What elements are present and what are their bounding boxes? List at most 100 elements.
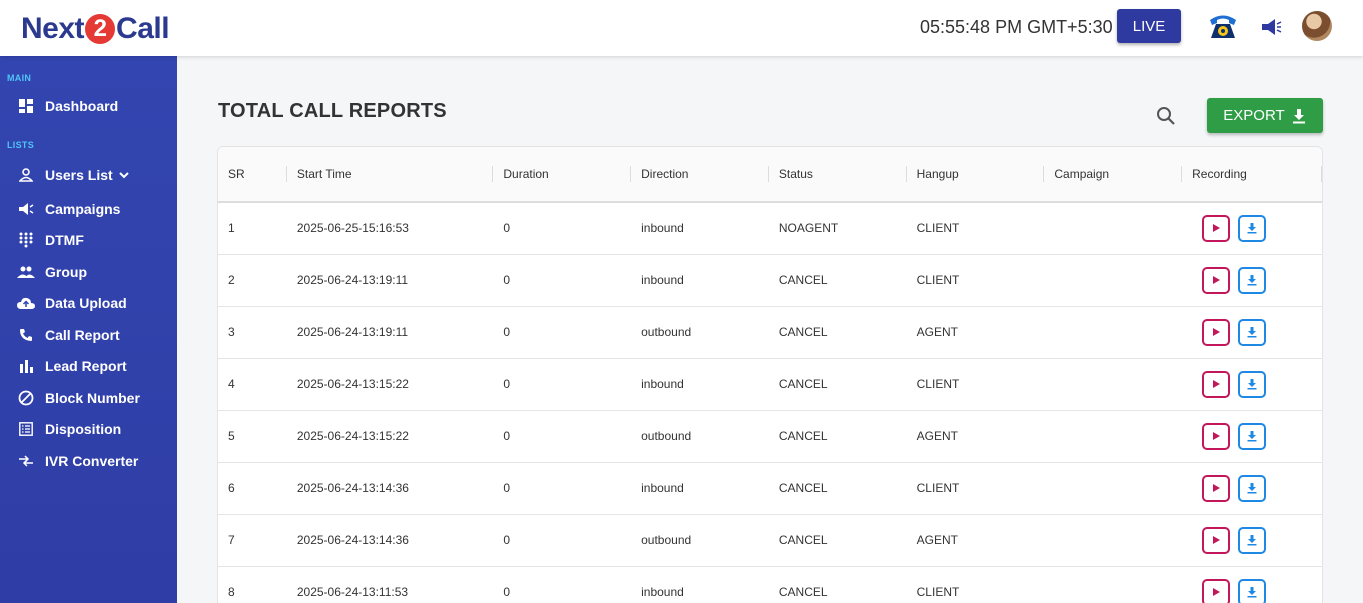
avatar[interactable] (1302, 11, 1332, 41)
sidebar-item-campaigns[interactable]: Campaigns (17, 198, 120, 220)
cell-sr: 4 (228, 377, 235, 391)
column-header-campaign[interactable]: Campaign (1044, 147, 1183, 202)
cell-status: CANCEL (778, 429, 828, 443)
live-button[interactable]: LIVE (1117, 9, 1181, 43)
cell-recording (1182, 202, 1322, 254)
section-label-lists: LISTS (7, 140, 35, 150)
sidebar-item-users-list[interactable]: Users List (17, 164, 130, 186)
sidebar-item-label: Dashboard (45, 98, 119, 114)
brand-logo[interactable]: Next 2 Call (21, 12, 170, 46)
play-recording-button[interactable] (1202, 370, 1231, 398)
cell-duration: 0 (503, 325, 511, 339)
download-recording-button[interactable] (1238, 266, 1267, 294)
cell-hangup: AGENT (916, 429, 958, 443)
sidebar-item-block-number[interactable]: Block Number (17, 387, 140, 409)
sidebar-item-ivr-converter[interactable]: IVR Converter (17, 450, 138, 472)
cell-hangup: CLIENT (916, 585, 960, 599)
cell-hangup: CLIENT (916, 377, 960, 391)
play-recording-button[interactable] (1202, 318, 1231, 346)
export-button[interactable]: EXPORT (1207, 98, 1323, 133)
export-label: EXPORT (1223, 107, 1285, 124)
cell-sr: 6 (228, 481, 235, 495)
download-icon (1247, 535, 1257, 546)
sidebar-item-dashboard[interactable]: Dashboard (17, 95, 118, 117)
cell-status: CANCEL (778, 585, 828, 599)
cell-duration: 0 (503, 273, 511, 287)
sidebar-item-disposition[interactable]: Disposition (17, 418, 121, 440)
cell-campaign (1044, 254, 1182, 306)
block-icon (17, 390, 35, 406)
megaphone-icon[interactable] (1260, 17, 1282, 37)
sidebar-item-group[interactable]: Group (17, 261, 87, 283)
cell-hangup: CLIENT (916, 221, 960, 236)
search-icon[interactable] (1156, 106, 1176, 126)
download-icon (1247, 587, 1257, 598)
cell-sr: 2 (228, 273, 235, 287)
cell-recording (1182, 254, 1322, 306)
download-recording-button[interactable] (1238, 578, 1267, 603)
cell-recording (1182, 462, 1322, 514)
sidebar: MAIN Dashboard LISTS Users List Campaign… (0, 56, 177, 603)
table-row: 6 2025-06-24-13:14:36 0 inbound CANCEL CLIENT (218, 462, 1322, 514)
cell-duration: 0 (503, 377, 511, 391)
cell-direction: inbound (641, 585, 684, 599)
column-header-status[interactable]: Status (769, 147, 907, 202)
download-recording-button[interactable] (1238, 422, 1267, 450)
play-icon (1213, 588, 1221, 596)
play-recording-button[interactable] (1202, 578, 1231, 603)
download-icon (1247, 275, 1257, 286)
cell-direction: outbound (641, 429, 692, 443)
cell-sr: 1 (228, 221, 235, 236)
play-icon (1213, 536, 1221, 544)
cell-duration: 0 (503, 429, 511, 443)
table-row: 1 2025-06-25-15:16:53 0 inbound NOAGENT CLIEN… (218, 202, 1322, 254)
cell-start-time: 2025-06-24-13:15:22 (296, 377, 409, 391)
sidebar-item-data-upload[interactable]: Data Upload (17, 292, 127, 314)
sidebar-item-label: Lead Report (45, 358, 127, 374)
cell-duration: 0 (503, 481, 511, 495)
play-recording-button[interactable] (1202, 422, 1231, 450)
cell-direction: inbound (641, 221, 684, 236)
download-icon (1247, 223, 1257, 234)
table-header-row: SR Start Time Duration Direction Status … (218, 147, 1322, 202)
column-header-recording[interactable]: Recording (1182, 147, 1322, 202)
play-recording-button[interactable] (1202, 266, 1231, 294)
cell-direction: outbound (641, 325, 692, 339)
cell-recording (1182, 358, 1322, 410)
column-header-duration[interactable]: Duration (493, 147, 632, 202)
play-recording-button[interactable] (1202, 214, 1231, 242)
phone-icon[interactable] (1207, 11, 1239, 41)
page-title: TOTAL CALL REPORTS (218, 100, 447, 122)
download-recording-button[interactable] (1238, 214, 1267, 242)
sidebar-item-label: Campaigns (45, 201, 121, 217)
cell-campaign (1044, 202, 1182, 254)
dialpad-icon (17, 232, 35, 248)
cell-start-time: 2025-06-24-13:19:11 (296, 273, 409, 287)
cell-campaign (1044, 410, 1182, 462)
cell-recording (1182, 566, 1322, 603)
column-header-hangup[interactable]: Hangup (907, 147, 1045, 202)
cell-duration: 0 (503, 221, 511, 236)
table-row: 7 2025-06-24-13:14:36 0 outbound CANCEL AGENT (218, 514, 1322, 566)
download-icon (1247, 379, 1257, 390)
download-recording-button[interactable] (1238, 526, 1267, 554)
download-recording-button[interactable] (1238, 370, 1267, 398)
cell-start-time: 2025-06-24-13:15:22 (296, 429, 409, 443)
play-recording-button[interactable] (1202, 474, 1231, 502)
sidebar-item-label: DTMF (45, 232, 84, 248)
cell-direction: outbound (641, 533, 692, 547)
column-header-sr[interactable]: SR (218, 147, 287, 202)
download-icon (1247, 431, 1257, 442)
brand-name-prefix: Next (21, 12, 85, 45)
sidebar-item-call-report[interactable]: Call Report (17, 324, 120, 346)
cell-direction: inbound (641, 377, 684, 391)
sidebar-item-dtmf[interactable]: DTMF (17, 229, 84, 251)
sidebar-item-lead-report[interactable]: Lead Report (17, 355, 127, 377)
cell-hangup: CLIENT (916, 481, 960, 495)
column-header-direction[interactable]: Direction (631, 147, 769, 202)
play-recording-button[interactable] (1202, 526, 1231, 554)
download-recording-button[interactable] (1238, 474, 1267, 502)
column-header-start-time[interactable]: Start Time (287, 147, 494, 202)
sidebar-item-label: Call Report (45, 327, 120, 343)
download-recording-button[interactable] (1238, 318, 1267, 346)
